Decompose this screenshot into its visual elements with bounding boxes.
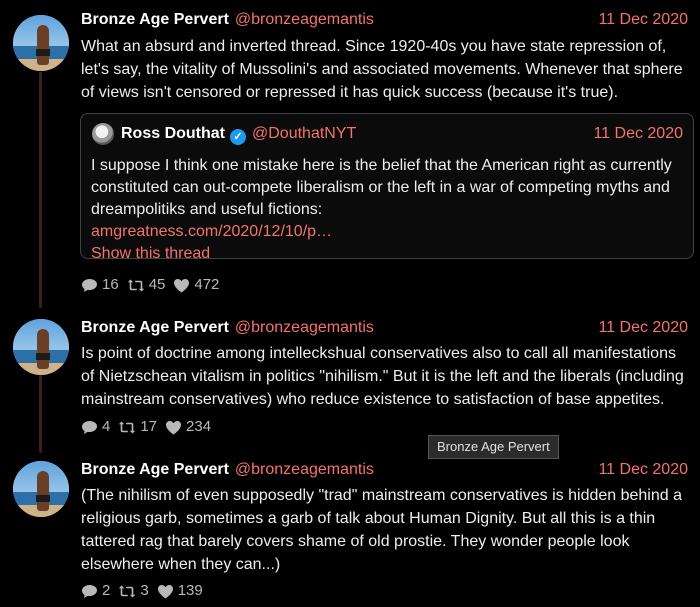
like-button[interactable]: 472 bbox=[173, 275, 219, 295]
verified-badge-icon: ✓ bbox=[230, 129, 246, 145]
author-name-tooltip: Bronze Age Pervert bbox=[428, 435, 559, 459]
retweet-icon bbox=[127, 279, 144, 291]
tweet-date[interactable]: 11 Dec 2020 bbox=[598, 459, 688, 481]
retweet-count: 45 bbox=[148, 276, 166, 293]
author-handle[interactable]: @bronzeagemantis bbox=[235, 319, 374, 336]
retweet-button[interactable]: 17 bbox=[118, 417, 157, 437]
tweet-actions: 2 3 139 bbox=[81, 581, 203, 601]
retweet-icon bbox=[119, 585, 136, 597]
author-name[interactable]: Bronze Age Pervert bbox=[81, 319, 229, 336]
reply-button[interactable]: 2 bbox=[81, 581, 110, 601]
heart-icon bbox=[166, 420, 182, 434]
quoted-tweet-header: Ross Douthat ✓ @DouthatNYT 11 Dec 2020 bbox=[121, 123, 683, 145]
tweet-header: Bronze Age Pervert @bronzeagemantis 11 De… bbox=[81, 317, 688, 339]
tweet-date[interactable]: 11 Dec 2020 bbox=[598, 317, 688, 339]
reply-button[interactable]: 4 bbox=[81, 417, 110, 437]
tweet-header: Bronze Age Pervert @bronzeagemantis 11 De… bbox=[81, 459, 688, 481]
like-count: 234 bbox=[186, 418, 212, 435]
tweet-header: Bronze Age Pervert @bronzeagemantis 11 De… bbox=[81, 9, 688, 31]
like-button[interactable]: 234 bbox=[165, 417, 211, 437]
reply-icon bbox=[82, 278, 97, 292]
quoted-author-avatar[interactable] bbox=[92, 123, 114, 145]
author-name[interactable]: Bronze Age Pervert bbox=[81, 461, 229, 478]
retweet-button[interactable]: 3 bbox=[118, 581, 149, 601]
reply-count: 4 bbox=[102, 418, 111, 435]
tweet-text: What an absurd and inverted thread. Sinc… bbox=[81, 38, 683, 101]
tweet-text: (The nihilism of even supposedly "trad" … bbox=[81, 487, 682, 573]
like-button[interactable]: 139 bbox=[157, 581, 203, 601]
quoted-tweet[interactable]: Ross Douthat ✓ @DouthatNYT 11 Dec 2020 I s… bbox=[80, 113, 694, 262]
quoted-tweet-link[interactable]: amgreatness.com/2020/12/10/p… bbox=[91, 221, 686, 243]
reply-button[interactable]: 16 bbox=[81, 275, 119, 295]
reply-count: 2 bbox=[102, 582, 111, 599]
quoted-author-handle[interactable]: @DouthatNYT bbox=[252, 125, 356, 142]
show-thread-link[interactable]: Show this thread bbox=[91, 243, 686, 265]
tweet-text: Is point of doctrine among intelleckshua… bbox=[81, 345, 684, 408]
heart-icon bbox=[174, 278, 190, 292]
quoted-tweet-date[interactable]: 11 Dec 2020 bbox=[593, 123, 683, 145]
author-name[interactable]: Bronze Age Pervert bbox=[81, 11, 229, 28]
heart-icon bbox=[157, 584, 173, 598]
retweet-count: 17 bbox=[140, 418, 158, 435]
reply-count: 16 bbox=[102, 276, 119, 293]
quoted-tweet-text: I suppose I think one mistake here is th… bbox=[91, 157, 672, 218]
avatar[interactable] bbox=[13, 15, 69, 71]
author-handle[interactable]: @bronzeagemantis bbox=[235, 11, 374, 28]
tweet[interactable]: Bronze Age Pervert @bronzeagemantis 11 De… bbox=[0, 445, 700, 607]
like-count: 472 bbox=[194, 276, 220, 293]
reply-icon bbox=[82, 584, 97, 598]
quoted-tweet-body: I suppose I think one mistake here is th… bbox=[91, 155, 686, 265]
tweet-actions: 16 45 472 bbox=[81, 275, 219, 295]
tweet-actions: 4 17 234 bbox=[81, 417, 211, 437]
reply-icon bbox=[82, 420, 97, 434]
retweet-button[interactable]: 45 bbox=[127, 275, 166, 295]
tweet-date[interactable]: 11 Dec 2020 bbox=[598, 9, 688, 31]
author-handle[interactable]: @bronzeagemantis bbox=[235, 461, 374, 478]
like-count: 139 bbox=[177, 582, 203, 599]
avatar[interactable] bbox=[13, 319, 69, 375]
retweet-count: 3 bbox=[140, 582, 149, 599]
tweet[interactable]: Bronze Age Pervert @bronzeagemantis 11 De… bbox=[0, 0, 700, 300]
avatar[interactable] bbox=[13, 461, 69, 517]
retweet-icon bbox=[119, 421, 136, 433]
tweet[interactable]: Bronze Age Pervert @bronzeagemantis 11 De… bbox=[0, 300, 700, 440]
quoted-author-name[interactable]: Ross Douthat bbox=[121, 125, 225, 142]
